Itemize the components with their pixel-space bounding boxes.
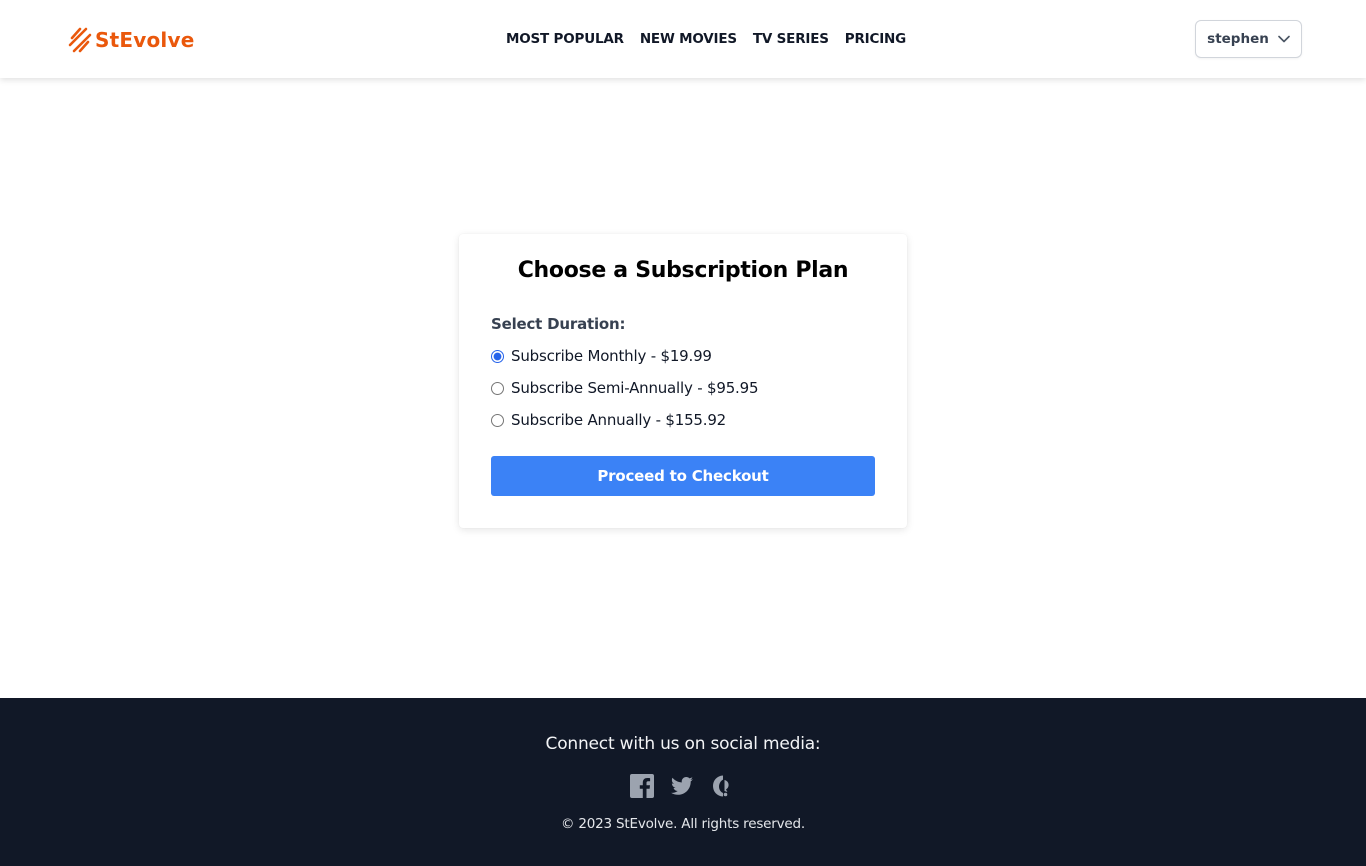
nav-most-popular[interactable]: MOST POPULAR [506, 31, 624, 47]
copyright-text: © 2023 StEvolve. All rights reserved. [561, 816, 805, 832]
nav-new-movies[interactable]: NEW MOVIES [640, 31, 737, 47]
nav-pricing[interactable]: PRICING [845, 31, 906, 47]
option-semi-annually-label: Subscribe Semi-Annually - $95.95 [511, 379, 759, 397]
checkout-button[interactable]: Proceed to Checkout [491, 456, 875, 496]
radio-semi-annually[interactable] [491, 381, 504, 395]
twitter-icon[interactable] [670, 774, 694, 798]
user-menu-button[interactable]: stephen [1195, 20, 1302, 58]
social-links [630, 774, 734, 798]
main-nav: MOST POPULAR NEW MOVIES TV SERIES PRICIN… [506, 30, 906, 48]
option-annually-label: Subscribe Annually - $155.92 [511, 411, 727, 429]
social-heading: Connect with us on social media: [545, 734, 821, 754]
option-semi-annually[interactable]: Subscribe Semi-Annually - $95.95 [491, 377, 758, 399]
nav-tv-series[interactable]: TV SERIES [753, 31, 829, 47]
chevron-down-icon [1278, 31, 1290, 47]
site-header: StEvolve MOST POPULAR NEW MOVIES TV SERI… [0, 0, 1366, 78]
radio-monthly[interactable] [491, 349, 504, 363]
mastodon-icon[interactable] [710, 774, 734, 798]
duration-label: Select Duration: [491, 315, 626, 333]
subscription-card: Choose a Subscription Plan Select Durati… [459, 234, 907, 528]
lightning-logo-icon [68, 27, 92, 53]
brand-logo-link[interactable]: StEvolve [68, 26, 194, 54]
option-monthly-label: Subscribe Monthly - $19.99 [511, 347, 712, 365]
option-monthly[interactable]: Subscribe Monthly - $19.99 [491, 345, 712, 367]
facebook-icon[interactable] [630, 774, 654, 798]
page-title: Choose a Subscription Plan [517, 258, 849, 283]
username-label: stephen [1207, 31, 1269, 47]
brand-name: StEvolve [95, 28, 195, 52]
site-footer: Connect with us on social media: © 2023 … [0, 698, 1366, 866]
radio-annually[interactable] [491, 413, 504, 427]
option-annually[interactable]: Subscribe Annually - $155.92 [491, 409, 726, 431]
